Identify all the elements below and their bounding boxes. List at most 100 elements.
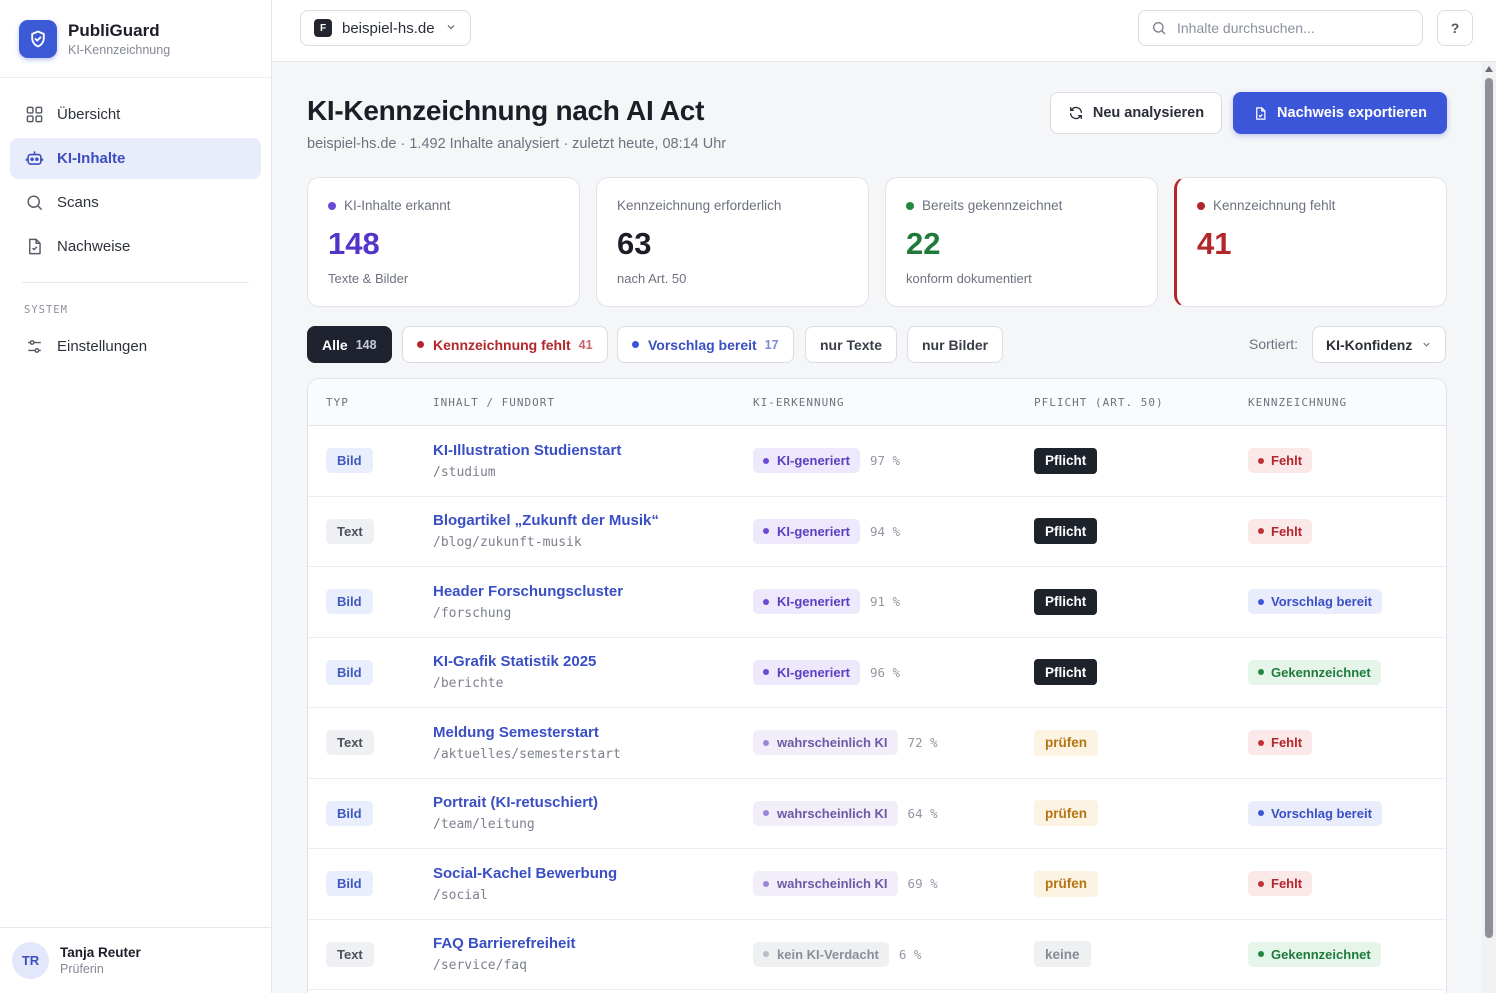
table-row[interactable]: Text Meldung Semesterstart/aktuelles/seme… <box>308 708 1446 779</box>
export-label: Nachweis exportieren <box>1277 105 1427 121</box>
table-body: Bild KI-Illustration Studienstart/studium… <box>308 426 1446 990</box>
labeling-status-badge: Vorschlag bereit <box>1248 589 1382 615</box>
ki-confidence: 94 % <box>869 523 901 539</box>
ki-detection-label: wahrscheinlich KI <box>777 876 888 892</box>
scrollbar-thumb[interactable] <box>1485 78 1493 938</box>
labeling-status-badge: Fehlt <box>1248 871 1313 897</box>
ki-detection-label: KI-generiert <box>777 664 850 680</box>
topbar: F beispiel-hs.de ? <box>272 0 1496 62</box>
table-row[interactable]: Bild KI-Illustration Studienstart/studium… <box>308 426 1446 497</box>
content-path: /studium <box>433 464 496 480</box>
ki-detection-cell: KI-generiert 96 % <box>753 638 900 708</box>
document-check-icon <box>24 237 44 257</box>
content-title-link[interactable]: Blogartikel „Zukunft der Musik“ <box>433 512 659 529</box>
sidebar-item-ki-inhalte[interactable]: KI-Inhalte <box>10 138 261 179</box>
search-input[interactable] <box>1177 20 1407 36</box>
sidebar-item-label: Scans <box>57 194 99 211</box>
sidebar-item-uebersicht[interactable]: Übersicht <box>10 94 261 135</box>
stat-value: 41 <box>1197 226 1232 261</box>
type-badge: Text <box>326 941 374 967</box>
ki-detection-label: KI-generiert <box>777 453 850 469</box>
stat-label: Kennzeichnung fehlt <box>1213 198 1336 213</box>
content-title-link[interactable]: Portrait (KI-retuschiert) <box>433 794 598 811</box>
table-row[interactable]: Bild Header Forschungscluster/forschung KI… <box>308 567 1446 638</box>
export-proof-button[interactable]: Nachweis exportieren <box>1233 92 1447 134</box>
scrollbar[interactable] <box>1482 62 1496 993</box>
filter-chip-nur-texte[interactable]: nur Texte <box>805 326 897 363</box>
sidebar-item-label: Einstellungen <box>57 338 148 355</box>
filter-chip-kennzeichnung-fehlt[interactable]: Kennzeichnung fehlt 41 <box>402 326 608 363</box>
content-title-link[interactable]: Meldung Semesterstart <box>433 724 599 741</box>
content-title-link[interactable]: KI-Illustration Studienstart <box>433 442 621 459</box>
content-title-link[interactable]: KI-Grafik Statistik 2025 <box>433 653 596 670</box>
ki-detection-cell: wahrscheinlich KI 64 % <box>753 779 938 849</box>
content-cell: Meldung Semesterstart/aktuelles/semester… <box>433 708 621 778</box>
content-path: /service/faq <box>433 958 527 974</box>
ki-detection-badge: wahrscheinlich KI <box>753 800 898 826</box>
obligation-badge: prüfen <box>1034 800 1098 827</box>
filter-chip-vorschlag-bereit[interactable]: Vorschlag bereit 17 <box>617 326 794 363</box>
sort-value: KI-Konfidenz <box>1326 336 1413 353</box>
table-row[interactable]: Bild Social-Kachel Bewerbung/social wahrsc… <box>308 849 1446 920</box>
site-selector[interactable]: F beispiel-hs.de <box>300 10 471 46</box>
filter-count: 41 <box>578 337 593 352</box>
sidebar-item-scans[interactable]: Scans <box>10 182 261 223</box>
ki-confidence: 96 % <box>869 664 901 680</box>
content-title-link[interactable]: Social-Kachel Bewerbung <box>433 865 617 882</box>
ki-detection-label: wahrscheinlich KI <box>777 805 888 821</box>
table-row[interactable]: Bild Portrait (KI-retuschiert) /team/leitu… <box>308 779 1446 849</box>
table-row[interactable]: Text Blogartikel „Zukunft der Musik“ /blog… <box>308 497 1446 567</box>
filter-label: Vorschlag bereit <box>648 336 757 353</box>
type-cell: Text <box>326 497 374 567</box>
ki-confidence: 91 % <box>869 594 901 610</box>
status-dot <box>1197 201 1205 210</box>
sidebar-item-label: KI-Inhalte <box>57 150 126 167</box>
search-box <box>1138 10 1423 46</box>
type-badge: Text <box>326 730 374 756</box>
content-title-link[interactable]: FAQ Barrierefreiheit <box>433 935 576 952</box>
content-cell: KI-Illustration Studienstart/studium <box>433 426 621 496</box>
column-header: INHALT / FUNDORT <box>433 396 555 409</box>
sliders-icon <box>24 337 44 357</box>
main-nav: Übersicht KI-Inhalte Scans Nachweise SYS… <box>0 78 271 367</box>
ki-confidence: 6 % <box>898 946 922 962</box>
content-path: /social <box>433 887 488 903</box>
site-name: beispiel-hs.de <box>342 19 435 37</box>
obligation-cell: Pflicht <box>1034 638 1098 708</box>
type-cell: Text <box>326 920 374 990</box>
content-path: /forschung <box>433 605 512 621</box>
sort-select[interactable]: KI-Konfidenz <box>1312 326 1446 363</box>
ki-detection-badge: KI-generiert <box>753 518 860 544</box>
labeling-cell: Gekennzeichnet <box>1248 638 1381 708</box>
table-row[interactable]: Bild KI-Grafik Statistik 2025/berichte KI-… <box>308 638 1446 708</box>
labeling-status-label: Fehlt <box>1271 453 1303 469</box>
type-cell: Bild <box>326 779 373 849</box>
sidebar-item-nachweise[interactable]: Nachweise <box>10 226 261 267</box>
labeling-status-label: Vorschlag bereit <box>1271 594 1372 610</box>
obligation-cell: Pflicht <box>1034 567 1098 637</box>
ki-detection-cell: wahrscheinlich KI 72 % <box>753 708 938 778</box>
filter-chip-alle[interactable]: Alle 148 <box>307 326 392 363</box>
ki-detection-badge: wahrscheinlich KI <box>753 730 898 756</box>
status-dot <box>1258 810 1264 817</box>
chevron-down-icon <box>445 20 457 37</box>
user-profile[interactable]: TR Tanja Reuter Prüferin <box>0 927 271 993</box>
content-table: TYP INHALT / FUNDORT KI-ERKENNUNG PFLICH… <box>307 378 1447 993</box>
help-button[interactable]: ? <box>1437 10 1473 46</box>
ki-detection-badge: KI-generiert <box>753 589 860 615</box>
content-title-link[interactable]: Header Forschungscluster <box>433 583 623 600</box>
status-dot <box>763 810 769 817</box>
table-row[interactable]: Text FAQ Barrierefreiheit/service/faq kein… <box>308 920 1446 990</box>
content-cell: Header Forschungscluster/forschung <box>433 567 623 637</box>
type-badge: Text <box>326 518 374 544</box>
content-cell: Social-Kachel Bewerbung/social <box>433 849 617 919</box>
reanalyze-button[interactable]: Neu analysieren <box>1050 92 1222 134</box>
stat-value: 22 <box>906 226 941 261</box>
filter-label: nur Bilder <box>922 336 989 353</box>
ki-detection-label: KI-generiert <box>777 523 850 539</box>
scroll-up-arrow-icon[interactable] <box>1485 66 1493 72</box>
sidebar-item-einstellungen[interactable]: Einstellungen <box>10 326 261 367</box>
labeling-status-badge: Vorschlag bereit <box>1248 800 1382 826</box>
filter-chip-nur-bilder[interactable]: nur Bilder <box>907 326 1004 363</box>
status-dot <box>906 201 914 210</box>
